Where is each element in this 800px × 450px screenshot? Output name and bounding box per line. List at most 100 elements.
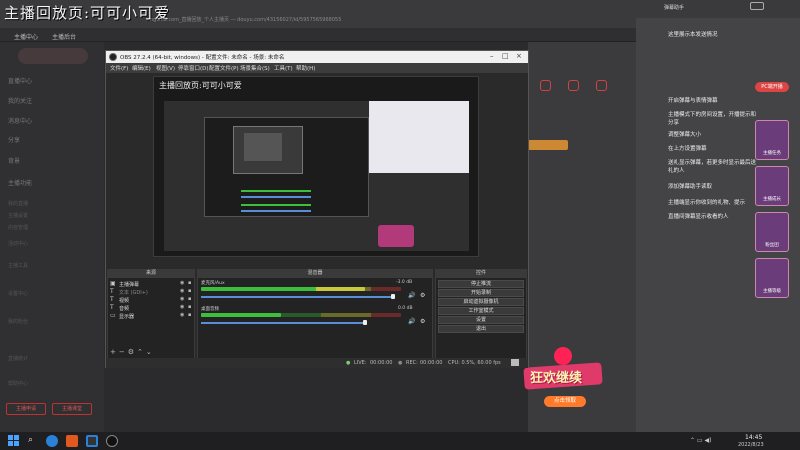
sidebar-item[interactable]: 设置中心 — [8, 290, 28, 297]
source-item[interactable]: ▣ 主播弹幕 ◉ ▪ — [110, 280, 194, 288]
captured-obs-window — [204, 117, 369, 217]
volume-slider[interactable] — [201, 296, 393, 298]
obs-status-bar: ● LIVE: 00:00:00 ● REC: 00:00:00 CPU: 0.… — [106, 358, 528, 368]
source-properties-icon[interactable]: ⚙ — [128, 348, 137, 356]
helper-menu-item[interactable]: 添加弹幕助手读取 — [668, 182, 712, 190]
lock-icon[interactable]: ▪ — [188, 312, 191, 318]
speaker-icon[interactable]: 🔊 — [408, 318, 415, 325]
sidebar-item[interactable]: 内容管理 — [8, 224, 28, 231]
bookmark-item[interactable]: 主播后台 — [52, 32, 76, 41]
lock-icon[interactable]: ▪ — [188, 280, 191, 286]
clock-time[interactable]: 14:45 — [745, 434, 762, 441]
obs-preview[interactable]: 主播回放页:可可小可爱 — [153, 76, 479, 257]
captured-light-panel — [369, 101, 469, 173]
sidebar-item[interactable]: 我的关注 — [8, 96, 32, 105]
speaker-icon[interactable]: 🔊 — [408, 292, 415, 299]
panel-close-icon[interactable] — [750, 2, 764, 10]
helper-menu-item[interactable]: 直播间弹幕显示收看的人 — [668, 212, 729, 220]
sidebar-item[interactable]: 背景 — [8, 156, 20, 165]
helper-menu-item[interactable]: 在上方设置弹幕 — [668, 144, 707, 152]
visibility-eye-icon[interactable]: ◉ — [180, 296, 184, 302]
helper-menu-item[interactable]: 主播端显示你收到的礼物、提示 — [668, 198, 745, 206]
gear-icon[interactable]: ⚙ — [420, 318, 425, 325]
menu-view[interactable]: 视图(V) — [156, 64, 175, 72]
move-up-icon[interactable]: ⌃ — [137, 348, 146, 356]
source-item[interactable]: ▭ 显示器 ◉ ▪ — [110, 312, 194, 320]
stop-streaming-button[interactable]: 停止推流 — [438, 280, 524, 288]
add-source-icon[interactable]: + — [110, 348, 119, 356]
studio-mode-button[interactable]: 工作室模式 — [438, 307, 524, 315]
menu-edit[interactable]: 编辑(E) — [132, 64, 151, 72]
close-icon[interactable]: × — [516, 52, 522, 60]
sidebar-item[interactable]: 活动中心 — [8, 240, 28, 247]
volume-slider-knob[interactable] — [391, 294, 395, 299]
menu-profile[interactable]: 配置文件(P) — [209, 64, 239, 72]
visibility-eye-icon[interactable]: ◉ — [180, 304, 184, 310]
edge-icon[interactable] — [46, 435, 58, 447]
move-down-icon[interactable]: ⌄ — [146, 348, 155, 356]
sidebar-item[interactable]: 消息中心 — [8, 116, 32, 125]
feature-icon[interactable] — [540, 80, 551, 91]
mixer-channel-db: 0.0 dB — [398, 306, 413, 311]
feature-icon[interactable] — [568, 80, 579, 91]
promo-claim-button[interactable]: 点击领取 — [544, 396, 586, 407]
anchor-class-button[interactable]: 主播课堂 — [52, 403, 92, 415]
menu-docks[interactable]: 停靠窗口(D) — [178, 64, 209, 72]
text-icon: T — [110, 304, 114, 311]
top-icons-row — [540, 80, 630, 91]
pc-live-badge[interactable]: PC端开播 — [755, 82, 789, 92]
volume-slider[interactable] — [201, 322, 365, 324]
sidebar-item[interactable]: 我的粉丝 — [8, 318, 28, 325]
settings-button[interactable]: 设置 — [438, 316, 524, 324]
sidebar-item[interactable]: 分享 — [8, 135, 20, 144]
sidebar-item[interactable]: 帮助中心 — [8, 380, 28, 387]
start-virtual-camera-button[interactable]: 启动虚拟摄像机 — [438, 298, 524, 306]
volume-slider-knob[interactable] — [363, 320, 367, 325]
orange-tab[interactable] — [528, 140, 568, 150]
menu-help[interactable]: 帮助(H) — [296, 64, 315, 72]
source-item[interactable]: T 视频 ◉ ▪ — [110, 296, 194, 304]
windows-start-icon[interactable] — [8, 435, 20, 447]
source-item[interactable]: T 音频 ◉ ▪ — [110, 304, 194, 312]
visibility-eye-icon[interactable]: ◉ — [180, 288, 184, 294]
source-item[interactable]: T 文本 (GDI+) ◉ ▪ — [110, 288, 194, 296]
helper-menu-item[interactable]: 送礼显示弹幕，若更多时显示最后送礼的人 — [668, 158, 758, 174]
menu-tools[interactable]: 工具(T) — [274, 64, 293, 72]
captured-screen — [164, 101, 469, 251]
start-recording-button[interactable]: 开始录制 — [438, 289, 524, 297]
helper-menu-item[interactable]: 调整弹幕大小 — [668, 130, 701, 138]
promo-banner[interactable]: 狂欢继续 点击领取 — [516, 343, 610, 418]
task-card-label: 粉丝团 — [765, 243, 779, 248]
sidebar-item[interactable]: 我的直播 — [8, 200, 28, 207]
obs-logo-icon — [109, 53, 117, 61]
lock-icon[interactable]: ▪ — [188, 296, 191, 302]
sidebar-item[interactable]: 主播工具 — [8, 262, 28, 269]
gear-icon[interactable]: ⚙ — [420, 292, 425, 299]
tray-icons[interactable]: ⌃ ▭ ◀) — [690, 437, 711, 444]
menu-file[interactable]: 文件(F) — [110, 64, 128, 72]
sidebar-item[interactable]: 主播设置 — [8, 212, 28, 219]
helper-menu-item[interactable]: 主播模式下的房间设置，开播提示和分享 — [668, 110, 758, 126]
sidebar-item[interactable]: 直播统计 — [8, 355, 28, 362]
sidebar-item[interactable]: 直播中心 — [8, 76, 32, 85]
exit-button[interactable]: 退出 — [438, 325, 524, 333]
bookmark-item[interactable]: 主播中心 — [14, 32, 38, 41]
menu-scene-collection[interactable]: 场景集合(S) — [240, 64, 270, 72]
remove-source-icon[interactable]: − — [119, 348, 128, 356]
clock-date[interactable]: 2022/8/23 — [738, 442, 764, 448]
lock-icon[interactable]: ▪ — [188, 288, 191, 294]
app-icon[interactable] — [86, 435, 98, 447]
visibility-eye-icon[interactable]: ◉ — [180, 280, 184, 286]
sidebar-item[interactable]: 主播功能 — [8, 178, 32, 187]
lock-icon[interactable]: ▪ — [188, 304, 191, 310]
apply-anchor-button[interactable]: 主播申请 — [6, 403, 46, 415]
search-icon[interactable]: ⌕ — [28, 435, 33, 445]
visibility-eye-icon[interactable]: ◉ — [180, 312, 184, 318]
helper-menu-item[interactable]: 开启弹幕与表情弹幕 — [668, 96, 718, 104]
address-bar-text[interactable]: ngchia.com_直播回放_个人主播页 — douyu.com/431560… — [150, 16, 341, 23]
minimize-icon[interactable]: – — [490, 52, 494, 60]
app-icon[interactable] — [66, 435, 78, 447]
feature-icon[interactable] — [596, 80, 607, 91]
obs-taskbar-icon[interactable] — [106, 435, 118, 447]
maximize-icon[interactable]: □ — [502, 52, 509, 60]
